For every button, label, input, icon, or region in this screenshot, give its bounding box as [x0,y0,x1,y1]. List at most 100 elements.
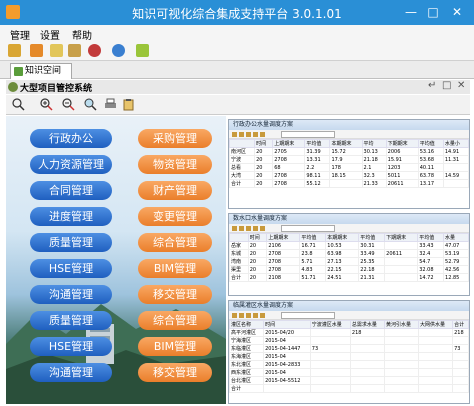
module-button-hr[interactable]: 人力资源管理 [30,155,112,174]
table-row[interactable]: 大湾 20 2708 98.11 18.15 32.3 5011 63.78 14.59 [229,171,469,180]
rss-icon[interactable] [30,44,43,57]
table-row[interactable]: 东城 20 2708 23.8 63.98 33.49 20611 32.4 53.19 [229,249,469,258]
module-button-assets[interactable]: 财产管理 [138,181,212,200]
zoom-in-icon[interactable] [40,98,53,111]
table-row[interactable]: 南河区 20 2705 31.39 15.72 30.13 2006 53.16 14.91 [229,147,469,156]
table-row[interactable]: 湾南 20 2708 5.71 27.13 25.35 54.7 52.79 [229,257,469,266]
report-tool-icon[interactable] [246,313,251,318]
report-tool-icon[interactable] [260,313,265,318]
column-header[interactable]: 下期期末 [385,139,419,148]
search-icon[interactable] [84,98,97,111]
column-header[interactable]: 总需求水量 [349,320,385,329]
table-row[interactable]: 合计 20 2108 51.71 24.51 21.31 14.72 12.85 [229,273,469,282]
column-header[interactable]: 下期期末 [384,233,419,242]
clipboard-icon[interactable] [122,98,135,111]
close-button[interactable]: ✕ [448,3,466,21]
report-search-input[interactable] [281,131,335,138]
restore-icon[interactable]: ↵ [428,80,436,91]
zoom-fit-icon[interactable] [12,98,25,111]
report-tool-icon[interactable] [246,132,251,137]
column-header[interactable]: 上期期末 [272,139,306,148]
module-button-communication[interactable]: 沟通管理 [30,285,112,304]
table-row[interactable]: 西东灌区 2015-04 [229,368,469,377]
minimize-button[interactable]: — [402,3,420,21]
column-header[interactable]: 平均值 [304,139,331,148]
module-button-general[interactable]: 综合管理 [138,233,212,252]
column-header[interactable]: 时间 [247,233,268,242]
module-button-schedule[interactable]: 进度管理 [30,207,112,226]
module-button-change[interactable]: 变更管理 [138,207,212,226]
module-button-handover[interactable]: 移交管理 [138,285,212,304]
table-row[interactable]: 东临灌区 2015-04-1447 73 73 [229,344,469,353]
table-row[interactable]: 宁波 20 2708 13.31 17.9 21.18 15.91 53.68 11.31 [229,155,469,164]
panel-maximize-icon[interactable]: □ [442,80,451,91]
column-header[interactable]: 本期期末 [329,139,363,148]
report-search-input[interactable] [281,312,335,319]
report-tool-icon[interactable] [232,313,237,318]
table-row[interactable]: 东北灌区 2015-04-2833 [229,360,469,369]
module-button-admin[interactable]: 行政办公 [30,129,112,148]
report-tool-icon[interactable] [260,132,265,137]
table-row[interactable]: 宁海灌区 2015-04 [229,336,469,345]
folder-icon[interactable] [8,44,21,57]
table-row[interactable]: 合计 [229,384,469,393]
report-tool-icon[interactable] [253,226,258,231]
archive-icon[interactable] [68,44,81,57]
table-row[interactable]: 高平河灌区 2015-04/20 218 218 [229,328,469,337]
module-button-communication-2[interactable]: 沟通管理 [30,363,112,382]
column-header[interactable]: 平均值 [417,233,445,242]
maximize-button[interactable]: □ [424,3,442,21]
column-header[interactable]: 时间 [254,139,274,148]
module-button-bim[interactable]: BIM管理 [138,259,212,278]
column-header[interactable]: 灌区名称 [229,320,265,329]
column-header[interactable]: 黄河引水量 [383,320,420,329]
table-row[interactable]: 合计 20 2708 55.12 21.33 20611 13.17 [229,179,469,188]
module-button-quality-2[interactable]: 质量管理 [30,311,112,330]
menu-manage[interactable]: 管理 [10,27,30,42]
table-row[interactable]: 东海灌区 2015-04 [229,352,469,361]
table-row[interactable]: 总看 20 68 2.2 178 2.1 1203 40.11 [229,163,469,172]
column-header[interactable]: 宁波灌区水量 [309,320,351,329]
column-header[interactable]: 本期期末 [325,233,360,242]
menu-help[interactable]: 帮助 [72,27,92,42]
module-button-procurement[interactable]: 采购管理 [138,129,212,148]
report-tool-icon[interactable] [232,132,237,137]
module-button-hse[interactable]: HSE管理 [30,259,112,278]
module-button-handover-2[interactable]: 移交管理 [138,363,212,382]
report-tool-icon[interactable] [232,226,237,231]
column-header[interactable]: 上期期末 [266,233,301,242]
module-button-general-2[interactable]: 综合管理 [138,311,212,330]
column-header[interactable]: 时间 [263,320,311,329]
module-button-materials[interactable]: 物资管理 [138,155,212,174]
report-tool-icon[interactable] [253,132,258,137]
user-icon[interactable] [112,44,125,57]
report-tool-icon[interactable] [239,313,244,318]
report-tool-icon[interactable] [239,132,244,137]
column-header[interactable]: 平均值 [417,139,444,148]
module-button-bim-2[interactable]: BIM管理 [138,337,212,356]
report-tool-icon[interactable] [246,226,251,231]
print-icon[interactable] [104,98,117,111]
module-button-quality[interactable]: 质量管理 [30,233,112,252]
tab-knowledge-space[interactable]: 知识空间 [10,63,72,79]
stop-icon[interactable] [88,44,101,57]
column-header[interactable] [229,233,249,242]
zoom-out-icon[interactable] [62,98,75,111]
column-header[interactable]: 水量小 [442,139,469,148]
module-button-contract[interactable]: 合同管理 [30,181,112,200]
report-tool-icon[interactable] [253,313,258,318]
column-header[interactable]: 水量 [443,233,469,242]
column-header[interactable]: 平均 [361,139,387,148]
table-row[interactable]: 岳家 20 2106 16.71 10.53 30.31 33.43 47.07 [229,241,469,250]
column-header[interactable]: 大网供水量 [418,320,454,329]
column-header[interactable] [229,139,256,148]
open-folder-icon[interactable] [50,44,63,57]
plugin-icon[interactable] [136,44,149,57]
column-header[interactable]: 合计 [452,320,469,329]
report-tool-icon[interactable] [260,226,265,231]
panel-close-icon[interactable]: ✕ [457,80,465,91]
module-button-hse-2[interactable]: HSE管理 [30,337,112,356]
table-row[interactable]: 台北灌区 2015-04-5512 [229,376,469,385]
column-header[interactable]: 平均值 [358,233,386,242]
menu-settings[interactable]: 设置 [40,27,60,42]
